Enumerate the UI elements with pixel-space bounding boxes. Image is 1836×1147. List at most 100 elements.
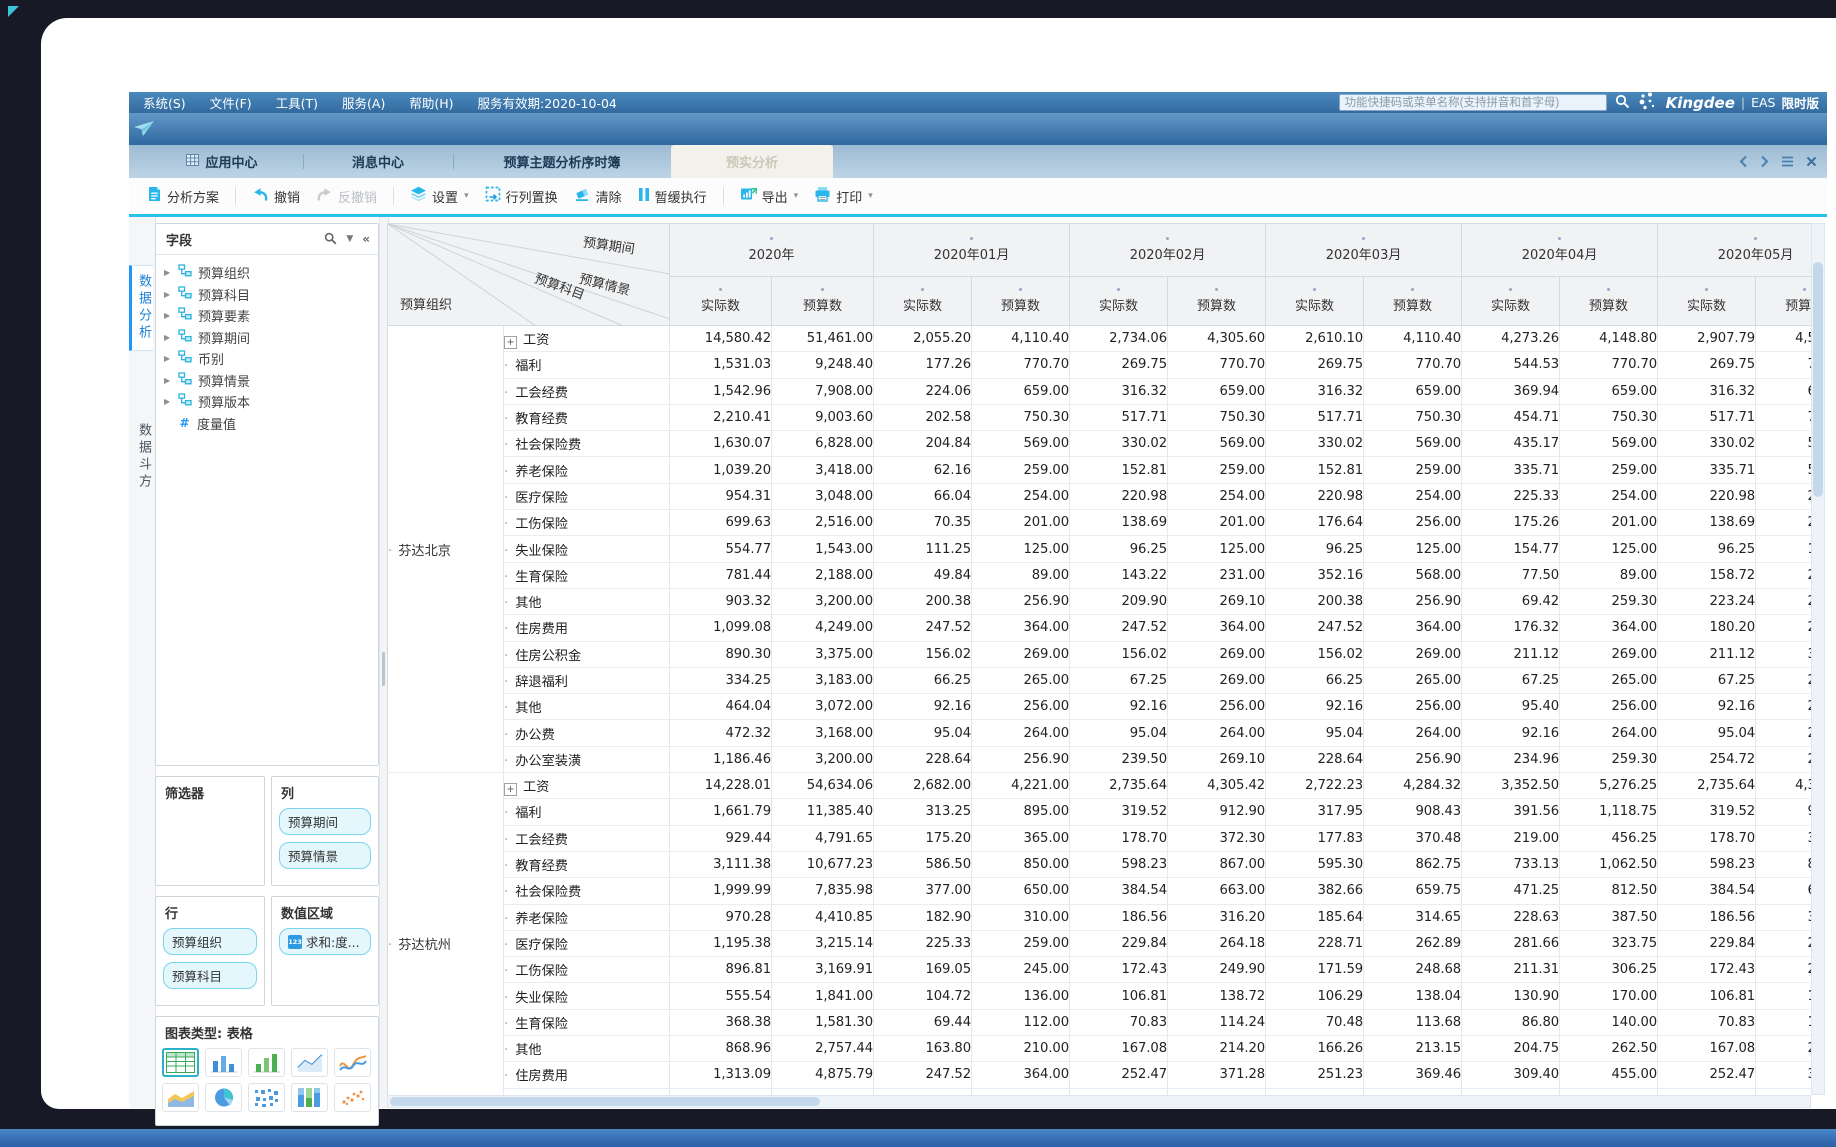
value-cell[interactable]: 781.44 <box>670 562 772 588</box>
value-cell[interactable]: 3,418.00 <box>772 457 874 483</box>
value-cell[interactable]: 569.00 <box>1560 431 1658 457</box>
value-cell[interactable]: 335.71 <box>1658 457 1756 483</box>
field-tree-item[interactable]: ▶预算科目 <box>164 284 378 306</box>
value-cell[interactable]: 130.90 <box>1462 983 1560 1009</box>
value-cell[interactable]: 912.90 <box>1756 799 1811 825</box>
value-cell[interactable]: 252.47 <box>1658 1062 1756 1088</box>
value-cell[interactable]: 454.71 <box>1462 404 1560 430</box>
value-cell[interactable]: 371.28 <box>1756 1062 1811 1088</box>
value-cell[interactable]: 167.08 <box>1070 1036 1168 1062</box>
value-cell[interactable]: 254.00 <box>972 483 1070 509</box>
value-cell[interactable]: 256.00 <box>1756 562 1811 588</box>
value-cell[interactable]: 306.25 <box>1560 957 1658 983</box>
account-cell[interactable]: ·生育保险 <box>504 1009 670 1035</box>
value-cell[interactable]: 269.00 <box>1560 641 1658 667</box>
value-cell[interactable]: 265.00 <box>1560 667 1658 693</box>
value-cell[interactable]: 750.30 <box>972 404 1070 430</box>
value-cell[interactable]: 3,200.00 <box>772 746 874 772</box>
value-cell[interactable]: 9,003.60 <box>772 404 874 430</box>
value-cell[interactable]: 3,169.91 <box>772 957 874 983</box>
value-cell[interactable]: 106.81 <box>1070 983 1168 1009</box>
value-cell[interactable]: 262.50 <box>1560 1036 1658 1062</box>
value-cell[interactable]: 224.06 <box>874 378 972 404</box>
account-cell[interactable]: +工资 <box>504 773 670 799</box>
account-cell[interactable]: ·辞退福利 <box>504 667 670 693</box>
value-cell[interactable]: 92.16 <box>1658 694 1756 720</box>
value-cell[interactable]: 554.77 <box>670 536 772 562</box>
value-cell[interactable]: 369.46 <box>1364 1062 1462 1088</box>
account-cell[interactable]: ·医疗保险 <box>504 483 670 509</box>
value-cell[interactable]: 112.00 <box>972 1009 1070 1035</box>
account-cell[interactable]: ·住房费用 <box>504 1062 670 1088</box>
menu-item[interactable]: 工具(T) <box>276 93 318 112</box>
value-cell[interactable]: 555.54 <box>670 983 772 1009</box>
value-cell[interactable]: 4,110.40 <box>972 326 1070 352</box>
value-cell[interactable]: 569.00 <box>1756 431 1811 457</box>
value-cell[interactable]: 2,735.64 <box>1658 773 1756 799</box>
value-cell[interactable]: 4,791.65 <box>772 825 874 851</box>
value-cell[interactable]: 269.00 <box>1756 667 1811 693</box>
period-header[interactable]: 2020年05月 <box>1658 224 1811 277</box>
value-cell[interactable]: 3,375.00 <box>772 641 874 667</box>
value-cell[interactable]: 890.30 <box>670 641 772 667</box>
value-cell[interactable]: 586.50 <box>874 851 972 877</box>
value-cell[interactable]: 750.30 <box>1756 404 1811 430</box>
value-cell[interactable]: 456.25 <box>1560 825 1658 851</box>
value-cell[interactable]: 231.00 <box>1168 562 1266 588</box>
value-cell[interactable]: 256.90 <box>1364 588 1462 614</box>
value-cell[interactable]: 125.00 <box>972 536 1070 562</box>
value-cell[interactable]: 4,875.79 <box>772 1062 874 1088</box>
chart-type-bar-blue[interactable] <box>205 1048 242 1077</box>
value-cell[interactable]: 92.16 <box>1070 694 1168 720</box>
value-cell[interactable]: 225.33 <box>1462 483 1560 509</box>
value-cell[interactable]: 1,186.46 <box>670 746 772 772</box>
value-cell[interactable]: 256.90 <box>972 746 1070 772</box>
value-cell[interactable]: 265.00 <box>1756 615 1811 641</box>
value-cell[interactable]: 220.98 <box>1658 483 1756 509</box>
value-cell[interactable]: 178.70 <box>1070 825 1168 851</box>
value-cell[interactable]: 66.25 <box>1266 667 1364 693</box>
value-cell[interactable]: 170.00 <box>1560 983 1658 1009</box>
value-cell[interactable]: 9,248.40 <box>772 352 874 378</box>
account-cell[interactable]: ·福利 <box>504 352 670 378</box>
account-cell[interactable]: ·工会经费 <box>504 378 670 404</box>
value-cell[interactable]: 269.00 <box>1364 641 1462 667</box>
value-cell[interactable]: 435.17 <box>1462 431 1560 457</box>
toolbar-button-undo[interactable]: 撤销 <box>252 187 300 206</box>
search-icon[interactable] <box>1615 94 1630 112</box>
org-cell[interactable]: ·芬达北京 <box>388 326 504 773</box>
value-cell[interactable]: 223.24 <box>1658 588 1756 614</box>
value-cell[interactable]: 598.23 <box>1070 851 1168 877</box>
value-cell[interactable]: 214.20 <box>1756 1036 1811 1062</box>
value-cell[interactable]: 384.54 <box>1070 878 1168 904</box>
period-header[interactable]: 2020年01月 <box>874 224 1070 277</box>
value-cell[interactable]: 269.75 <box>1070 352 1168 378</box>
value-cell[interactable] <box>972 1088 1070 1095</box>
measure-header[interactable]: 实际数 <box>1266 277 1364 326</box>
value-cell[interactable]: 372.30 <box>1756 825 1811 851</box>
value-cell[interactable]: 5,276.25 <box>1560 773 1658 799</box>
value-cell[interactable]: 66.04 <box>874 483 972 509</box>
value-cell[interactable]: 125.00 <box>1560 536 1658 562</box>
value-cell[interactable]: 229.84 <box>1070 930 1168 956</box>
value-cell[interactable]: 259.00 <box>1168 457 1266 483</box>
value-cell[interactable]: 4,221.00 <box>972 773 1070 799</box>
value-cell[interactable]: 770.70 <box>1168 352 1266 378</box>
value-cell[interactable]: 2,516.00 <box>772 510 874 536</box>
value-cell[interactable]: 269.10 <box>1168 746 1266 772</box>
toolbar-button-print[interactable]: 打印▾ <box>814 186 873 206</box>
value-cell[interactable]: 229.84 <box>1658 930 1756 956</box>
account-cell[interactable]: ·失业保险 <box>504 536 670 562</box>
value-cell[interactable]: 251.23 <box>1266 1062 1364 1088</box>
menu-item[interactable]: 帮助(H) <box>409 93 453 112</box>
toolbar-button-eraser[interactable]: 清除 <box>574 186 622 206</box>
chart-type-pie[interactable] <box>205 1083 242 1112</box>
value-cell[interactable]: 125.00 <box>1756 536 1811 562</box>
value-cell[interactable]: 254.72 <box>1658 746 1756 772</box>
value-cell[interactable]: 136.00 <box>972 983 1070 1009</box>
account-cell[interactable]: ·生育保险 <box>504 562 670 588</box>
chart-type-scatter[interactable] <box>334 1083 371 1112</box>
value-cell[interactable]: 1,841.00 <box>772 983 874 1009</box>
value-cell[interactable]: 663.00 <box>1168 878 1266 904</box>
value-cell[interactable]: 365.00 <box>972 825 1070 851</box>
